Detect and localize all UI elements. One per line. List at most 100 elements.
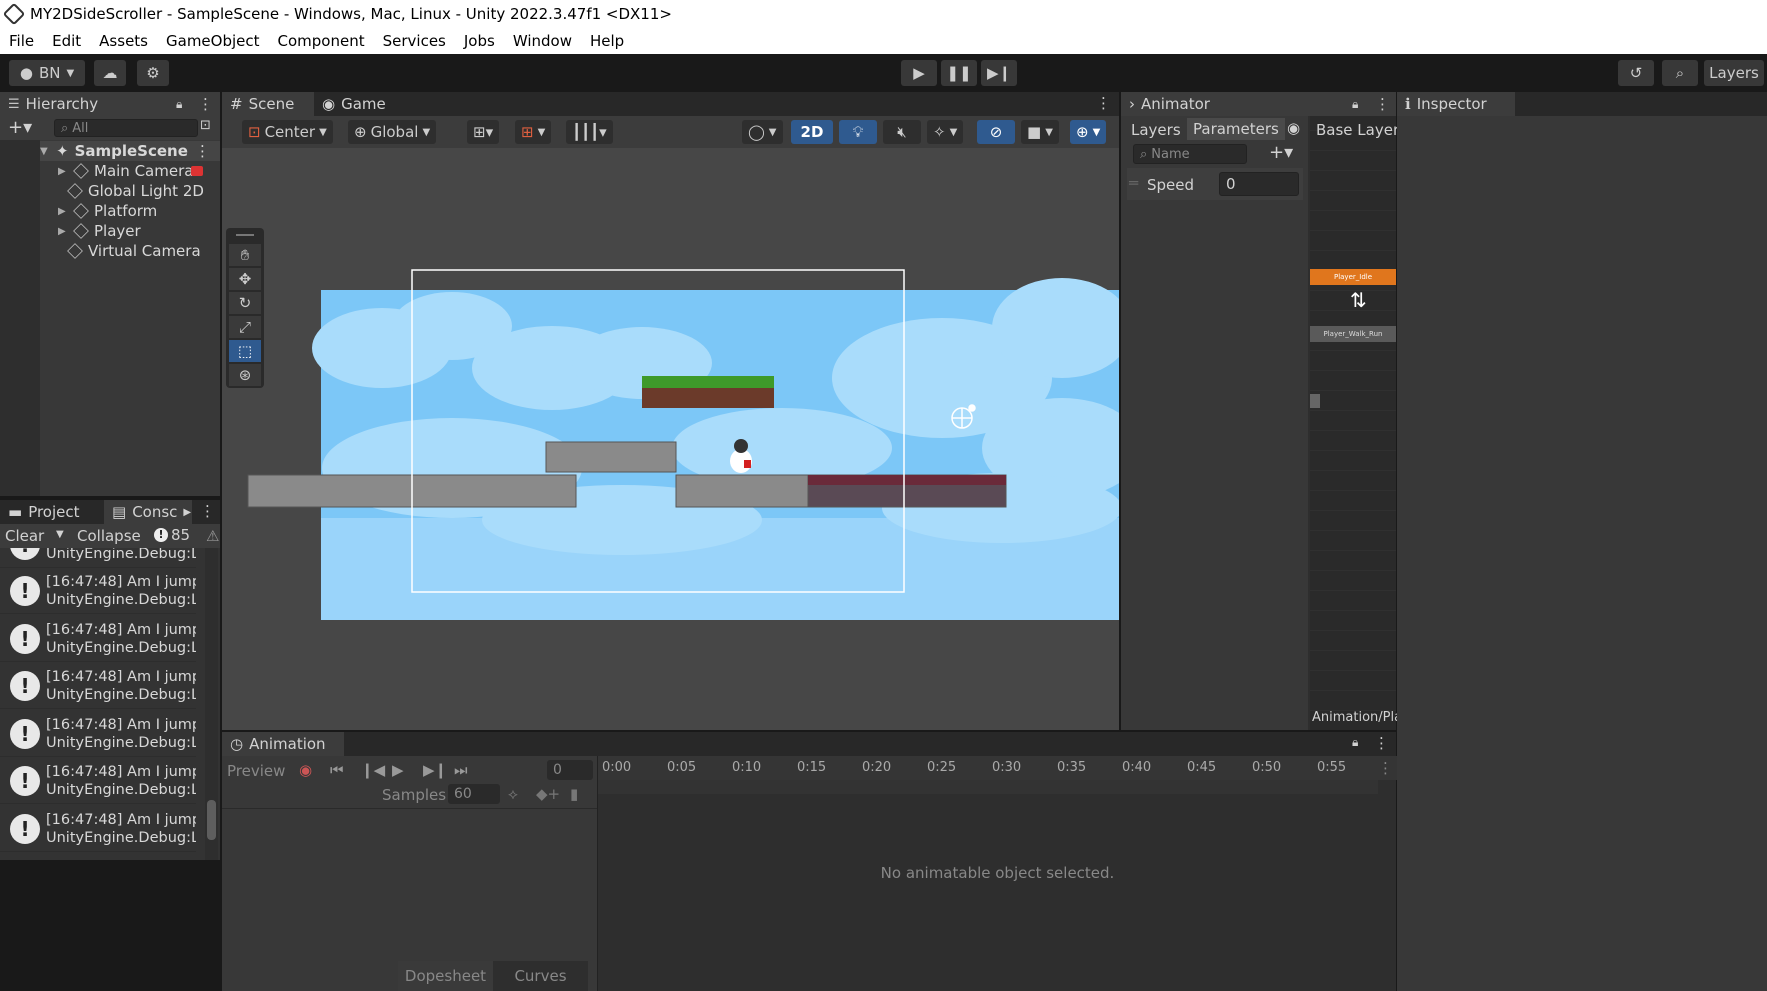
samples-input[interactable]: 60 <box>448 784 500 804</box>
space-dropdown[interactable]: ⊕ Global ▼ <box>348 120 437 144</box>
layers-dropdown[interactable]: Layers <box>1704 60 1764 86</box>
hierarchy-item-virtual-camera[interactable]: Virtual Camera <box>67 241 201 261</box>
first-keyframe-icon[interactable]: ⏮ <box>330 761 344 779</box>
tab-hierarchy[interactable]: ☰ Hierarchy 🔒︎ ⋮ <box>0 92 220 116</box>
transform-tool[interactable]: ⊛ <box>229 364 261 386</box>
rotate-tool[interactable]: ↻ <box>229 292 261 314</box>
preview-button[interactable]: Preview <box>227 762 285 780</box>
last-keyframe-icon[interactable]: ⏭ <box>454 761 468 779</box>
history-button[interactable]: ↺ <box>1618 60 1654 86</box>
kebab-menu-icon[interactable]: ⋮ <box>200 502 215 520</box>
add-parameter-button[interactable]: +▾ <box>1269 142 1293 163</box>
kebab-menu-icon[interactable]: ⋮ <box>195 142 210 160</box>
grid-snap-button[interactable]: ⊞▾ <box>467 120 500 144</box>
log-entry[interactable]: ! [16:47:48] Am I jumpi UnityEngine.Debug… <box>0 758 196 804</box>
pivot-dropdown[interactable]: ⊡ Center ▼ <box>242 120 333 144</box>
kebab-menu-icon[interactable]: ⋮ <box>1374 734 1389 752</box>
collapsed-arrow-icon[interactable]: ▶ <box>58 206 68 217</box>
event-marker-icon[interactable]: ▮ <box>570 785 578 803</box>
transition-arrows-icon[interactable]: ⇅ <box>1350 288 1367 312</box>
tab-game[interactable]: ◉ Game <box>314 92 404 116</box>
menu-assets[interactable]: Assets <box>99 32 148 50</box>
scene-viewport[interactable] <box>222 148 1119 730</box>
lock-icon[interactable]: 🔒︎ <box>1352 97 1358 112</box>
console-scrollbar[interactable] <box>205 548 218 860</box>
parameter-name[interactable]: Speed <box>1147 176 1194 194</box>
play-icon[interactable]: ▶ <box>392 761 404 779</box>
camera-dropdown[interactable]: ■ ▼ <box>1021 120 1059 144</box>
clear-button[interactable]: Clear <box>5 527 44 545</box>
search-button[interactable]: ⌕ <box>1662 60 1698 86</box>
menu-edit[interactable]: Edit <box>52 32 81 50</box>
menu-help[interactable]: Help <box>590 32 624 50</box>
next-keyframe-icon[interactable]: ▶❙ <box>423 761 447 779</box>
timeline-ruler[interactable]: 0:00 0:05 0:10 0:15 0:20 0:25 0:30 0:35 … <box>598 756 1397 780</box>
menu-component[interactable]: Component <box>278 32 365 50</box>
add-keyframe-icon[interactable]: ⟡ <box>508 785 518 803</box>
scale-tool[interactable]: ⤢ <box>229 316 261 338</box>
tab-curves[interactable]: Curves <box>493 961 588 991</box>
add-icon[interactable]: +▾ <box>8 117 32 138</box>
pause-button[interactable]: ❚❚ <box>941 60 977 86</box>
animator-graph[interactable]: Base Layer Player_Idle ⇅ Player_Walk_Run… <box>1310 116 1402 730</box>
eye-icon[interactable]: ◉ <box>1287 119 1300 137</box>
collapsed-arrow-icon[interactable]: ▶ <box>58 166 68 177</box>
hand-tool[interactable]: ✋︎ <box>229 244 261 266</box>
breadcrumb-base-layer[interactable]: Base Layer <box>1316 121 1399 139</box>
collab-button[interactable]: ⚙ <box>137 60 169 86</box>
2d-toggle[interactable]: 2D <box>791 120 833 144</box>
animation-timeline[interactable]: 0:00 0:05 0:10 0:15 0:20 0:25 0:30 0:35 … <box>597 756 1397 991</box>
tab-inspector[interactable]: ℹ Inspector <box>1397 92 1515 116</box>
rect-tool[interactable]: ⬚ <box>229 340 261 362</box>
account-button[interactable]: ● BN ▼ <box>9 60 85 86</box>
hierarchy-item-main-camera[interactable]: ▶ Main Camera <box>58 161 204 181</box>
log-entry[interactable]: ! [16:47:48] Am I jumpi UnityEngine.Debug… <box>0 568 196 614</box>
lighting-toggle[interactable]: 💡︎ <box>839 120 877 144</box>
tab-layers[interactable]: Layers <box>1131 121 1181 139</box>
scene-root[interactable]: ▼ ✦ SampleScene ⋮ <box>40 141 220 161</box>
state-node-idle[interactable]: Player_Idle <box>1310 269 1396 285</box>
scrollbar-thumb[interactable] <box>207 800 216 840</box>
parameter-value-input[interactable]: 0 <box>1219 172 1299 196</box>
hierarchy-item-global-light[interactable]: Global Light 2D <box>67 181 204 201</box>
menu-services[interactable]: Services <box>383 32 446 50</box>
record-icon[interactable]: ◉ <box>299 761 312 779</box>
hierarchy-item-player[interactable]: ▶ Player <box>58 221 141 241</box>
kebab-menu-icon[interactable]: ⋮ <box>198 95 213 113</box>
warning-icon[interactable]: ⚠ <box>206 527 219 545</box>
frame-input[interactable]: 0 <box>547 760 593 780</box>
tab-scene[interactable]: # Scene <box>222 92 314 116</box>
audio-toggle[interactable]: 🔇︎ <box>883 120 921 144</box>
log-entry[interactable]: ! UnityEngine.Debug:Lc <box>0 548 196 568</box>
state-node-partial[interactable] <box>1310 394 1320 408</box>
log-entry[interactable]: ! [16:47:48] Am I jumpi UnityEngine.Debug… <box>0 616 196 662</box>
menu-window[interactable]: Window <box>513 32 572 50</box>
log-entry[interactable]: ! [16:47:48] Am I jumpi UnityEngine.Debug… <box>0 806 196 852</box>
add-event-icon[interactable]: ◆+ <box>536 785 560 803</box>
kebab-menu-icon[interactable]: ⋮ <box>1378 759 1393 777</box>
kebab-menu-icon[interactable]: ⋮ <box>1096 94 1111 112</box>
ruler-button[interactable]: ┃┃┃▾ <box>566 120 613 144</box>
tab-animator[interactable]: › Animator 🔒︎ ⋮ <box>1121 92 1396 116</box>
log-count-badge[interactable]: ! 85 <box>154 526 190 544</box>
prev-keyframe-icon[interactable]: ❙◀ <box>361 761 385 779</box>
tab-parameters[interactable]: Parameters <box>1187 118 1285 140</box>
log-entry[interactable]: ! [16:47:48] Am I jumpi UnityEngine.Debug… <box>0 711 196 757</box>
gizmos-dropdown[interactable]: ⊕ ▼ <box>1070 120 1107 144</box>
parameter-search[interactable]: ⌕ Name <box>1133 144 1247 164</box>
tab-console[interactable]: ▤ Consc ▶ <box>104 500 192 524</box>
hierarchy-item-platform[interactable]: ▶ Platform <box>58 201 157 221</box>
visibility-toggle[interactable]: ⊘ <box>977 120 1015 144</box>
collapsed-arrow-icon[interactable]: ▶ <box>58 226 68 237</box>
cloud-button[interactable]: ☁ <box>94 60 126 86</box>
log-entry[interactable]: ! [16:47:48] Am I jumpi UnityEngine.Debug… <box>0 663 196 709</box>
hierarchy-search[interactable]: ⌕ All <box>54 119 198 137</box>
collapse-button[interactable]: Collapse <box>77 527 141 545</box>
tab-animation[interactable]: ◷ Animation <box>222 732 344 756</box>
menu-gameobject[interactable]: GameObject <box>166 32 260 50</box>
increment-snap-button[interactable]: ⊞ ▼ <box>515 120 552 144</box>
lock-icon[interactable]: 🔒︎ <box>1352 735 1358 750</box>
state-node-walk-run[interactable]: Player_Walk_Run <box>1310 326 1396 342</box>
event-track[interactable] <box>598 780 1378 794</box>
move-tool[interactable]: ✥ <box>229 268 261 290</box>
